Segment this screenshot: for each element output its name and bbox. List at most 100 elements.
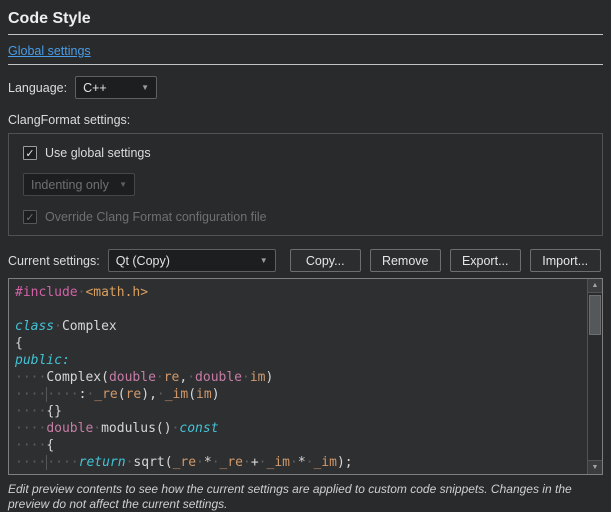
chevron-down-icon: ▼ [119,180,127,189]
code-token: ···· [15,404,46,419]
page-title: Code Style [8,10,603,28]
code-line: ····{} [15,403,587,420]
chevron-down-icon: ▼ [260,256,268,265]
code-preview-editor[interactable]: #include·<math.h> class·Complex{public:·… [8,278,603,475]
current-settings-select[interactable]: Qt (Copy) ▼ [108,249,276,272]
code-token: _im [165,387,188,402]
language-row: Language: C++ ▼ [8,76,603,99]
code-token: im [196,387,212,402]
code-token: _re [94,387,117,402]
code-token: double [195,370,242,385]
code-token: ···· [15,455,46,470]
code-token: ···· [15,438,46,453]
code-token: Complex( [46,370,109,385]
code-line: ····Complex(double·re,·double·im) [15,369,587,386]
code-token: * [204,455,212,470]
code-token: modulus() [101,421,171,436]
override-config-label: Override Clang Format configuration file [45,210,267,224]
code-line: { [15,335,587,352]
formatting-mode-value: Indenting only [31,178,109,192]
footer-hint-text: Edit preview contents to see how the cur… [8,482,603,512]
language-select-value: C++ [83,81,107,95]
code-line: #include·<math.h> [15,284,587,301]
language-label: Language: [8,81,67,95]
code-token: class [15,319,54,334]
current-settings-value: Qt (Copy) [116,254,170,268]
code-token: · [242,370,250,385]
code-line: ········:·_re(re),·_im(im) [15,386,587,403]
code-area[interactable]: #include·<math.h> class·Complex{public:·… [9,279,587,474]
current-settings-label: Current settings: [8,254,100,268]
vertical-scrollbar[interactable]: ▲ ▼ [587,279,602,474]
code-token: ) [212,387,220,402]
code-token: double [109,370,156,385]
code-token: return [79,455,126,470]
code-token: · [54,319,62,334]
code-line: class·Complex [15,318,587,335]
code-token: ( [118,387,126,402]
code-token: { [46,438,54,453]
code-token: + [251,455,259,470]
code-token: · [259,455,267,470]
code-token: const [179,421,218,436]
code-token: im [250,370,266,385]
code-token: {} [46,404,62,419]
code-token: · [187,370,195,385]
code-token: _re [173,455,196,470]
code-token: ···· [15,387,46,402]
link-separator [8,64,603,65]
check-icon: ✓ [23,210,37,224]
code-line: public: [15,352,587,369]
import-button[interactable]: Import... [530,249,601,272]
code-token: · [93,421,101,436]
remove-button[interactable]: Remove [370,249,441,272]
code-line: ····double·modulus()·const [15,420,587,437]
code-line: ····{ [15,437,587,454]
copy-button[interactable]: Copy... [290,249,361,272]
code-token: sqrt( [133,455,172,470]
code-token: · [196,455,204,470]
code-token: ···· [15,370,46,385]
global-settings-link[interactable]: Global settings [8,44,91,58]
code-token: ) [266,370,274,385]
code-token: re [164,370,180,385]
code-token: _re [220,455,243,470]
code-token: _im [267,455,290,470]
override-config-checkbox: ✓ Override Clang Format configuration fi… [23,210,588,224]
code-token: ···· [15,421,46,436]
code-token: { [15,336,23,351]
title-separator [8,34,603,35]
clangformat-groupbox: ✓ Use global settings Indenting only ▼ ✓… [8,133,603,236]
scroll-up-icon[interactable]: ▲ [588,279,602,293]
code-token: · [243,455,251,470]
code-token: double [46,421,93,436]
language-select[interactable]: C++ ▼ [75,76,157,99]
code-line: ········return·sqrt(_re·*·_re·+·_im·*·_i… [15,454,587,471]
use-global-settings-checkbox[interactable]: ✓ Use global settings [23,146,588,160]
code-token: ···· [46,387,78,402]
code-token: ); [337,455,353,470]
code-token: public: [15,353,70,368]
scroll-down-icon[interactable]: ▼ [588,460,602,474]
code-line [15,301,587,318]
code-token: · [290,455,298,470]
code-token: #include [15,285,78,300]
code-token: ( [188,387,196,402]
code-token: · [212,455,220,470]
clangformat-section-label: ClangFormat settings: [8,113,603,127]
code-token: * [298,455,306,470]
scrollbar-thumb[interactable] [589,295,601,335]
code-token: · [156,370,164,385]
code-token: ···· [46,455,78,470]
export-button[interactable]: Export... [450,249,521,272]
code-token: Complex [62,319,117,334]
code-token: re [126,387,142,402]
current-settings-row: Current settings: Qt (Copy) ▼ Copy... Re… [8,249,603,272]
code-token: · [157,387,165,402]
code-token: <math.h> [85,285,148,300]
code-token: _im [313,455,336,470]
code-token: ), [141,387,157,402]
formatting-mode-select: Indenting only ▼ [23,173,135,196]
check-icon: ✓ [23,146,37,160]
use-global-settings-label: Use global settings [45,146,151,160]
